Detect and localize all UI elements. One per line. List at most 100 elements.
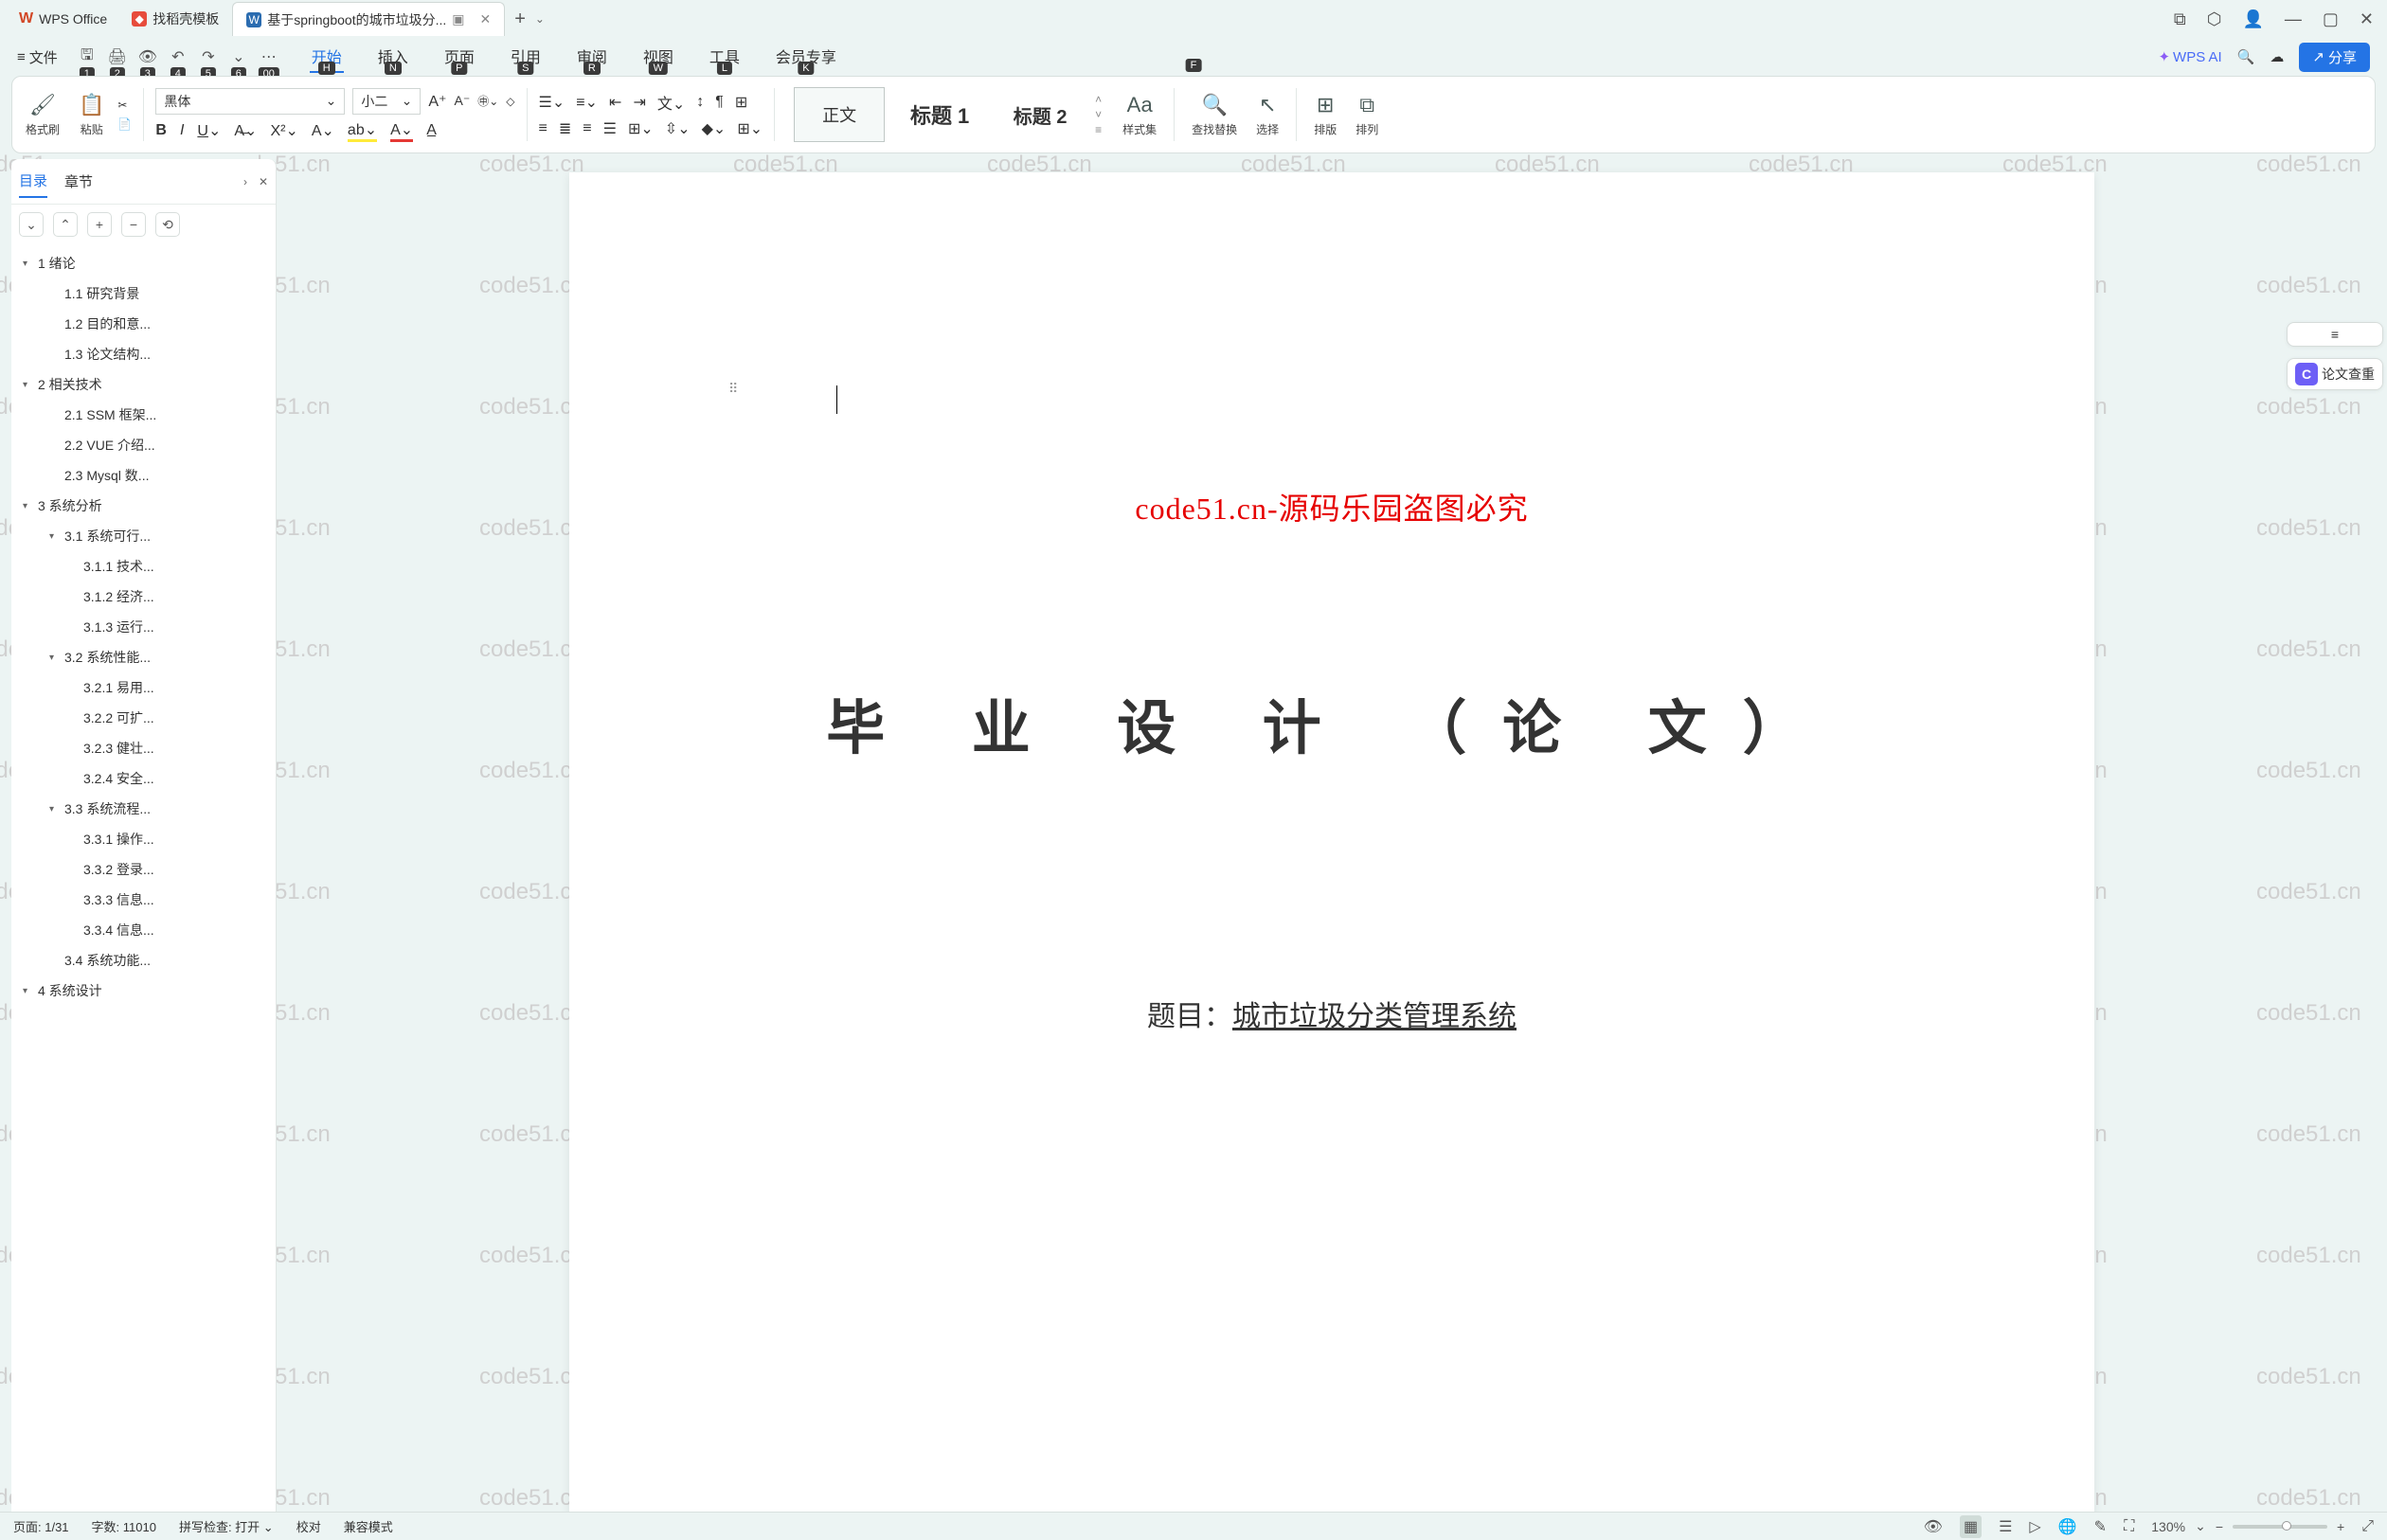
zoom-value[interactable]: 130% bbox=[2151, 1519, 2185, 1534]
align-right-icon[interactable]: ≡ bbox=[583, 120, 591, 137]
style-up-icon[interactable]: ˄ bbox=[1095, 93, 1102, 106]
outline-item[interactable]: ▾3.2 系统性能... bbox=[15, 642, 276, 672]
tab-home[interactable]: 开始H bbox=[310, 41, 344, 73]
align-center-icon[interactable]: ≣ bbox=[559, 119, 571, 138]
side-expand-icon[interactable]: › bbox=[243, 175, 247, 188]
shrink-font-icon[interactable]: A⁻ bbox=[455, 93, 471, 109]
find-replace-button[interactable]: 🔍 查找替换 bbox=[1186, 89, 1243, 141]
search-icon[interactable]: 🔍 bbox=[2237, 48, 2255, 65]
strikethrough-icon[interactable]: A̶⌄ bbox=[234, 121, 257, 140]
undo-dropdown-icon[interactable]: ⌄6 bbox=[228, 46, 249, 67]
disclosure-triangle-icon[interactable]: ▾ bbox=[49, 804, 61, 815]
disclosure-triangle-icon[interactable]: ▾ bbox=[49, 653, 61, 663]
tab-tools[interactable]: 工具L bbox=[708, 41, 742, 73]
globe-icon[interactable]: 🌐 bbox=[2058, 1517, 2077, 1536]
outline-chip[interactable]: ≡ bbox=[2287, 322, 2383, 347]
close-icon[interactable]: ✕ bbox=[480, 11, 492, 27]
style-heading1[interactable]: 标题 1 bbox=[894, 87, 985, 142]
style-more-icon[interactable]: ≡ bbox=[1095, 123, 1102, 136]
outline-item[interactable]: 2.2 VUE 介绍... bbox=[15, 430, 276, 460]
tabs-icon[interactable]: ⊞ bbox=[735, 93, 747, 112]
paper-check-button[interactable]: C 论文查重 bbox=[2287, 358, 2383, 390]
outline-item[interactable]: 1.1 研究背景 bbox=[15, 278, 276, 309]
borders-icon[interactable]: ⊞⌄ bbox=[737, 119, 763, 138]
outline-item[interactable]: 2.3 Mysql 数... bbox=[15, 460, 276, 491]
line-spacing-icon[interactable]: ⇳⌄ bbox=[665, 119, 691, 138]
status-words[interactable]: 字数: 11010 bbox=[92, 1517, 156, 1535]
sort-icon[interactable]: ↕ bbox=[696, 94, 704, 111]
fullscreen-icon[interactable]: ⤢ bbox=[2361, 1518, 2374, 1535]
disclosure-triangle-icon[interactable]: ▾ bbox=[23, 259, 34, 269]
align-justify-icon[interactable]: ☰ bbox=[603, 119, 617, 138]
style-heading2[interactable]: 标题 2 bbox=[995, 87, 1086, 142]
outline-item[interactable]: ▾3.1 系统可行... bbox=[15, 521, 276, 551]
web-layout-icon[interactable]: ▷ bbox=[2029, 1517, 2040, 1536]
print-layout-icon[interactable]: ▦ bbox=[1960, 1515, 1982, 1538]
outline-item[interactable]: 3.1.3 运行... bbox=[15, 612, 276, 642]
more-quick-icon[interactable]: ⋯00 bbox=[259, 46, 279, 67]
styleset-button[interactable]: Аа 样式集 bbox=[1117, 89, 1162, 141]
disclosure-triangle-icon[interactable]: ▾ bbox=[23, 501, 34, 511]
outline-item[interactable]: 3.1.1 技术... bbox=[15, 551, 276, 582]
layout-button[interactable]: ⊞ 排版 bbox=[1308, 89, 1342, 141]
align-distribute-icon[interactable]: ⊞⌄ bbox=[628, 119, 654, 138]
paragraph-mark-icon[interactable]: ¶ bbox=[715, 94, 724, 111]
share-button[interactable]: ↗ 分享 bbox=[2299, 43, 2370, 72]
tab-insert[interactable]: 插入N bbox=[376, 41, 410, 73]
tab-review[interactable]: 审阅R bbox=[575, 41, 609, 73]
disclosure-triangle-icon[interactable]: ▾ bbox=[23, 986, 34, 996]
outline-item[interactable]: 3.2.3 健壮... bbox=[15, 733, 276, 763]
outline-item[interactable]: 1.2 目的和意... bbox=[15, 309, 276, 339]
side-tab-chapter[interactable]: 章节 bbox=[64, 166, 93, 197]
outline-item[interactable]: ▾3.3 系统流程... bbox=[15, 794, 276, 824]
increase-indent-icon[interactable]: ⇥ bbox=[633, 93, 645, 112]
decrease-indent-icon[interactable]: ⇤ bbox=[609, 93, 621, 112]
tab-document-active[interactable]: W 基于springboot的城市垃圾分... ▣ ✕ bbox=[232, 2, 505, 36]
select-button[interactable]: ↖ 选择 bbox=[1250, 89, 1284, 141]
fit-page-icon[interactable]: ⛶ bbox=[2124, 1518, 2134, 1535]
avatar-icon[interactable]: 👤 bbox=[2242, 9, 2263, 29]
status-spell[interactable]: 拼写检查: 打开 ⌄ bbox=[179, 1517, 274, 1535]
arrange-button[interactable]: ⧉ 排列 bbox=[1350, 89, 1384, 141]
print-preview-icon[interactable]: 👁3 bbox=[137, 46, 158, 67]
outline-item[interactable]: 3.2.2 可扩... bbox=[15, 703, 276, 733]
font-combo[interactable]: 黑体⌄ bbox=[155, 88, 345, 115]
add-item-icon[interactable]: + bbox=[87, 212, 112, 237]
zoom-slider[interactable] bbox=[2233, 1525, 2327, 1529]
numbering-icon[interactable]: ≡⌄ bbox=[576, 93, 598, 112]
minimize-icon[interactable]: — bbox=[2285, 9, 2302, 29]
bold-icon[interactable]: B bbox=[155, 122, 167, 139]
reading-mode-icon[interactable]: 👁 bbox=[1924, 1517, 1943, 1536]
underline-icon[interactable]: U⌄ bbox=[197, 121, 221, 140]
format-painter-button[interactable]: 🖌 格式刷 bbox=[20, 89, 65, 141]
text-direction-icon[interactable]: 文⌄ bbox=[657, 91, 685, 114]
sync-icon[interactable]: ⟲ bbox=[155, 212, 180, 237]
fill-color-icon[interactable]: ◆⌄ bbox=[702, 119, 727, 138]
outline-item[interactable]: 3.1.2 经济... bbox=[15, 582, 276, 612]
zoom-out-icon[interactable]: − bbox=[2216, 1519, 2223, 1534]
copy-icon[interactable]: 📄 bbox=[117, 117, 132, 131]
cut-icon[interactable]: ✂ bbox=[117, 98, 132, 112]
outline-item[interactable]: ▾3 系统分析 bbox=[15, 491, 276, 521]
multiwindow-icon[interactable]: ⧉ bbox=[2174, 9, 2186, 29]
font-color-icon[interactable]: A⌄ bbox=[390, 120, 413, 142]
document-viewport[interactable]: ⠿ code51.cn-源码乐园盗图必究 毕 业 设 计 （论 文） 题目：城市… bbox=[277, 153, 2387, 1512]
clear-format-icon[interactable]: ◇ bbox=[506, 95, 514, 108]
outline-item[interactable]: 3.3.2 登录... bbox=[15, 854, 276, 885]
outline-item[interactable]: 2.1 SSM 框架... bbox=[15, 400, 276, 430]
bullets-icon[interactable]: ☰⌄ bbox=[539, 93, 565, 112]
remove-item-icon[interactable]: − bbox=[121, 212, 146, 237]
maximize-icon[interactable]: ▢ bbox=[2323, 9, 2339, 29]
outline-item[interactable]: 3.2.4 安全... bbox=[15, 763, 276, 794]
style-normal[interactable]: 正文 bbox=[794, 87, 885, 142]
outline-item[interactable]: 3.2.1 易用... bbox=[15, 672, 276, 703]
tab-templates[interactable]: ◆ 找稻壳模板 bbox=[118, 2, 232, 36]
expand-all-icon[interactable]: ⌃ bbox=[53, 212, 78, 237]
collapse-all-icon[interactable]: ⌄ bbox=[19, 212, 44, 237]
char-shading-icon[interactable]: A̲ bbox=[426, 122, 437, 139]
outline-item[interactable]: 3.4 系统功能... bbox=[15, 945, 276, 976]
disclosure-triangle-icon[interactable]: ▾ bbox=[23, 380, 34, 390]
file-menu[interactable]: ≡ 文件 F bbox=[9, 47, 65, 67]
outline-item[interactable]: 3.3.4 信息... bbox=[15, 915, 276, 945]
side-tab-toc[interactable]: 目录 bbox=[19, 165, 47, 198]
